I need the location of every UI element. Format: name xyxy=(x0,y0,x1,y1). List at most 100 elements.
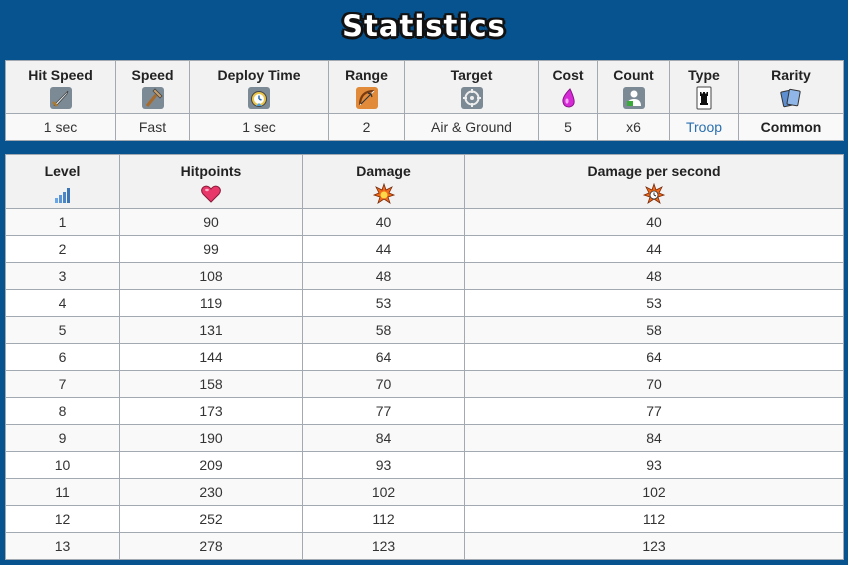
level-cell: 7 xyxy=(5,370,120,398)
dps-cell: 93 xyxy=(464,451,844,479)
stats-header-row: Hit Speed Speed Deploy Time Range Target… xyxy=(5,60,844,114)
hitpoints-cell: 209 xyxy=(119,451,303,479)
stats-table: Hit Speed Speed Deploy Time Range Target… xyxy=(5,60,844,141)
explosion-clock-icon xyxy=(643,183,665,204)
hitpoints-cell: 252 xyxy=(119,505,303,533)
dps-cell: 84 xyxy=(464,424,844,452)
level-cell: 9 xyxy=(5,424,120,452)
explosion-icon xyxy=(372,183,395,204)
header-hitpoints: Hitpoints xyxy=(119,154,303,209)
table-row: 7 158 70 70 xyxy=(5,370,844,398)
table-row: 2 99 44 44 xyxy=(5,235,844,263)
target-value: Air & Ground xyxy=(404,113,539,141)
dps-cell: 64 xyxy=(464,343,844,371)
table-row: 1 90 40 40 xyxy=(5,208,844,236)
stats-value-row: 1 sec Fast 1 sec 2 Air & Ground 5 x6 Tro… xyxy=(5,113,844,141)
header-type: Type xyxy=(669,60,739,114)
level-cell: 6 xyxy=(5,343,120,371)
damage-cell: 93 xyxy=(302,451,465,479)
damage-cell: 44 xyxy=(302,235,465,263)
level-cell: 5 xyxy=(5,316,120,344)
range-value: 2 xyxy=(328,113,405,141)
damage-cell: 102 xyxy=(302,478,465,506)
hitpoints-cell: 278 xyxy=(119,532,303,560)
header-rarity: Rarity xyxy=(738,60,844,114)
damage-cell: 123 xyxy=(302,532,465,560)
level-cell: 10 xyxy=(5,451,120,479)
hitpoints-cell: 230 xyxy=(119,478,303,506)
header-hit-speed: Hit Speed xyxy=(5,60,116,114)
hitpoints-cell: 131 xyxy=(119,316,303,344)
header-range: Range xyxy=(328,60,405,114)
dps-cell: 53 xyxy=(464,289,844,317)
level-cell: 8 xyxy=(5,397,120,425)
header-label: Range xyxy=(345,67,388,83)
rarity-value: Common xyxy=(738,113,844,141)
header-label: Damage xyxy=(356,163,411,179)
level-cell: 3 xyxy=(5,262,120,290)
damage-cell: 70 xyxy=(302,370,465,398)
level-cell: 4 xyxy=(5,289,120,317)
level-cell: 12 xyxy=(5,505,120,533)
levels-header-row: Level Hitpoints Damage Damage per second xyxy=(5,154,844,209)
hitpoints-cell: 119 xyxy=(119,289,303,317)
hitpoints-cell: 190 xyxy=(119,424,303,452)
header-label: Rarity xyxy=(771,67,811,83)
hammer-icon xyxy=(141,87,164,109)
damage-cell: 112 xyxy=(302,505,465,533)
header-label: Damage per second xyxy=(587,163,721,179)
table-row: 12 252 112 112 xyxy=(5,505,844,533)
damage-cell: 58 xyxy=(302,316,465,344)
table-row: 9 190 84 84 xyxy=(5,424,844,452)
header-count: Count xyxy=(597,60,670,114)
damage-cell: 77 xyxy=(302,397,465,425)
dps-cell: 48 xyxy=(464,262,844,290)
table-row: 5 131 58 58 xyxy=(5,316,844,344)
count-value: x6 xyxy=(597,113,670,141)
dps-cell: 70 xyxy=(464,370,844,398)
dps-cell: 123 xyxy=(464,532,844,560)
signal-bars-icon xyxy=(54,188,70,203)
person-icon xyxy=(622,87,645,109)
table-row: 3 108 48 48 xyxy=(5,262,844,290)
dps-cell: 58 xyxy=(464,316,844,344)
damage-cell: 48 xyxy=(302,262,465,290)
deploy-time-value: 1 sec xyxy=(189,113,329,141)
header-label: Speed xyxy=(131,67,174,83)
sword-icon xyxy=(49,87,72,109)
damage-cell: 84 xyxy=(302,424,465,452)
header-speed: Speed xyxy=(115,60,190,114)
heart-icon xyxy=(201,185,221,203)
type-link[interactable]: Troop xyxy=(669,113,739,141)
table-row: 13 278 123 123 xyxy=(5,532,844,560)
dps-cell: 77 xyxy=(464,397,844,425)
dps-cell: 44 xyxy=(464,235,844,263)
header-label: Hitpoints xyxy=(180,163,242,179)
elixir-drop-icon xyxy=(562,88,575,108)
header-label: Deploy Time xyxy=(217,67,301,83)
table-row: 11 230 102 102 xyxy=(5,478,844,506)
cost-value: 5 xyxy=(538,113,598,141)
hitpoints-cell: 99 xyxy=(119,235,303,263)
table-row: 10 209 93 93 xyxy=(5,451,844,479)
header-label: Type xyxy=(688,67,720,83)
table-row: 4 119 53 53 xyxy=(5,289,844,317)
level-cell: 2 xyxy=(5,235,120,263)
damage-cell: 53 xyxy=(302,289,465,317)
damage-cell: 64 xyxy=(302,343,465,371)
dps-cell: 102 xyxy=(464,478,844,506)
bow-icon xyxy=(355,87,378,109)
dps-cell: 112 xyxy=(464,505,844,533)
header-level: Level xyxy=(5,154,120,209)
page-title: Statistics xyxy=(342,9,506,43)
header-deploy-time: Deploy Time xyxy=(189,60,329,114)
hitpoints-cell: 144 xyxy=(119,343,303,371)
header-damage: Damage xyxy=(302,154,465,209)
speed-value: Fast xyxy=(115,113,190,141)
header-label: Count xyxy=(613,67,654,83)
level-cell: 1 xyxy=(5,208,120,236)
hitpoints-cell: 158 xyxy=(119,370,303,398)
damage-cell: 40 xyxy=(302,208,465,236)
cards-icon xyxy=(780,88,801,108)
hit-speed-value: 1 sec xyxy=(5,113,116,141)
